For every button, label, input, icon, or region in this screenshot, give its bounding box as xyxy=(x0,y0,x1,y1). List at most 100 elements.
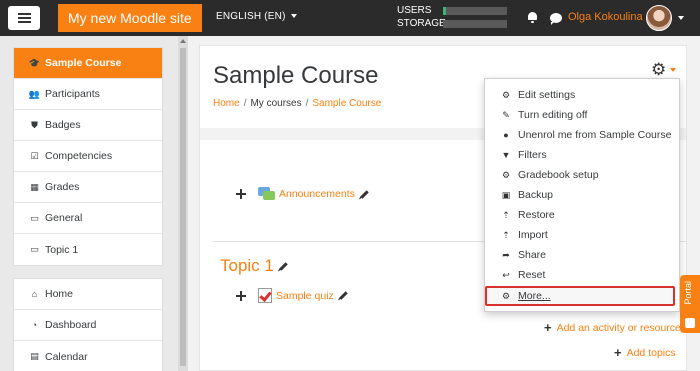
quiz-icon xyxy=(258,288,272,303)
menu-item-label: Filters xyxy=(518,149,547,161)
language-label: ENGLISH (EN) xyxy=(216,11,286,22)
dashboard-icon: ◔ xyxy=(31,320,38,330)
menu-item-label: Turn editing off xyxy=(518,109,588,121)
menu-item-label: More... xyxy=(518,290,551,302)
reply-icon: ↩ xyxy=(502,269,510,280)
breadcrumb: Home / My courses / Sample Course xyxy=(213,98,382,109)
breadcrumb-my-courses[interactable]: My courses xyxy=(250,98,301,109)
avatar[interactable] xyxy=(646,5,672,31)
scrollbar-thumb[interactable] xyxy=(180,48,186,366)
menu-item-unenrol[interactable]: ● Unenrol me from Sample Course xyxy=(485,125,679,145)
menu-item-label: Backup xyxy=(518,189,554,201)
storage-bar xyxy=(443,19,507,28)
user-icon: ● xyxy=(503,130,509,140)
site-name-link[interactable]: My new Moodle site xyxy=(58,4,202,32)
upload-icon: ⇡ xyxy=(502,229,510,240)
menu-item-edit-settings[interactable]: ⚙ Edit settings xyxy=(485,85,679,105)
menu-item-import[interactable]: ⇡ Import xyxy=(485,225,679,245)
move-icon[interactable] xyxy=(236,290,246,301)
pencil-icon[interactable] xyxy=(279,261,288,271)
chat-bubble-icon[interactable] xyxy=(550,13,562,25)
sidebar-item-label: Competencies xyxy=(45,150,113,162)
gear-icon: ⚙ xyxy=(501,89,511,100)
storage-label: STORAGE xyxy=(397,18,446,29)
scroll-up-icon[interactable] xyxy=(180,39,186,43)
add-activity-label: Add an activity or resource xyxy=(556,321,681,334)
sidebar-item-sample-course[interactable]: 🎓 Sample Course xyxy=(14,48,162,79)
course-settings-menu: ⚙ Edit settings ✎ Turn editing off ● Unenro… xyxy=(484,78,680,312)
graduation-cap-icon: 🎓 xyxy=(28,57,41,68)
sidebar-item-label: Grades xyxy=(45,181,80,193)
add-topics-link[interactable]: + Add topics xyxy=(614,345,676,360)
bell-icon[interactable] xyxy=(527,11,538,23)
gear-icon: ⚙ xyxy=(501,290,511,301)
menu-item-backup[interactable]: ▣ Backup xyxy=(485,185,679,205)
sidebar-item-general[interactable]: ▭ General xyxy=(14,203,162,234)
announcements-link[interactable]: Announcements xyxy=(279,188,355,200)
gear-icon[interactable]: ⚙ xyxy=(651,60,666,80)
menu-item-turn-editing-off[interactable]: ✎ Turn editing off xyxy=(485,105,679,125)
menu-item-gradebook-setup[interactable]: ⚙ Gradebook setup xyxy=(485,165,679,185)
drawer-scrollbar[interactable] xyxy=(178,36,188,371)
top-navbar: My new Moodle site ENGLISH (EN) USERS ST… xyxy=(0,0,700,36)
topic-title[interactable]: Topic 1 xyxy=(220,256,274,276)
file-icon: ▣ xyxy=(501,189,511,200)
menu-item-more[interactable]: ⚙ More... xyxy=(485,286,675,306)
usage-indicator: USERS STORAGE xyxy=(397,4,507,30)
menu-item-label: Gradebook setup xyxy=(518,169,599,181)
sidebar-item-competencies[interactable]: ☑ Competencies xyxy=(14,141,162,172)
sidebar-item-grades[interactable]: ▦ Grades xyxy=(14,172,162,203)
sidebar-item-home[interactable]: ⌂ Home xyxy=(14,279,162,310)
menu-item-label: Edit settings xyxy=(518,89,576,101)
portal-icon xyxy=(685,318,695,328)
hamburger-icon xyxy=(17,13,31,23)
users-bar xyxy=(443,6,507,15)
forum-icon xyxy=(258,187,275,201)
sidebar-item-label: Participants xyxy=(45,88,100,100)
course-nav-group: 🎓 Sample Course 👥 Participants ⛊ Badges ☑ Co… xyxy=(13,47,163,266)
menu-item-reset[interactable]: ↩ Reset xyxy=(485,265,679,285)
chevron-down-icon[interactable] xyxy=(678,16,684,20)
portal-tab[interactable]: Portal xyxy=(680,275,700,333)
sidebar-item-dashboard[interactable]: ◔ Dashboard xyxy=(14,310,162,341)
activity-announcements: Announcements xyxy=(236,187,369,201)
breadcrumb-course-link[interactable]: Sample Course xyxy=(312,98,381,109)
sidebar-item-label: Topic 1 xyxy=(45,243,79,256)
menu-item-label: Restore xyxy=(518,209,555,221)
menu-item-share[interactable]: ➦ Share xyxy=(485,245,679,265)
hamburger-menu-button[interactable] xyxy=(8,6,40,30)
sidebar-item-badges[interactable]: ⛊ Badges xyxy=(14,110,162,141)
move-icon[interactable] xyxy=(236,189,246,199)
users-icon: 👥 xyxy=(28,88,41,99)
activity-sample-quiz: Sample quiz xyxy=(236,288,348,303)
checkbox-icon: ☑ xyxy=(30,150,39,161)
pencil-icon[interactable] xyxy=(339,291,348,300)
sidebar-item-label: Calendar xyxy=(45,350,88,363)
sidebar-item-label: Home xyxy=(45,288,74,300)
add-activity-link[interactable]: + Add an activity or resource xyxy=(544,320,681,335)
table-icon: ▦ xyxy=(30,181,39,192)
menu-item-label: Unenrol me from Sample Course xyxy=(518,129,672,141)
menu-item-restore[interactable]: ⇡ Restore xyxy=(485,205,679,225)
sidebar-item-participants[interactable]: 👥 Participants xyxy=(14,79,162,110)
folder-icon: ▭ xyxy=(30,212,39,223)
menu-item-filters[interactable]: ▼ Filters xyxy=(485,145,679,165)
sample-quiz-link[interactable]: Sample quiz xyxy=(276,290,334,302)
breadcrumb-home-link[interactable]: Home xyxy=(213,98,240,109)
sidebar-item-label: General xyxy=(45,212,83,224)
sidebar-item-topic-1[interactable]: ▭ Topic 1 xyxy=(14,234,162,265)
chevron-down-icon[interactable] xyxy=(670,68,676,72)
add-topics-label: Add topics xyxy=(626,346,676,359)
topic-section-title: Topic 1 xyxy=(220,256,288,276)
pencil-icon[interactable] xyxy=(360,189,369,199)
filter-icon: ▼ xyxy=(501,150,511,160)
sidebar-item-calendar[interactable]: ▤ Calendar xyxy=(14,341,162,371)
share-icon: ➦ xyxy=(502,249,510,260)
site-nav-group: ⌂ Home ◔ Dashboard ▤ Calendar xyxy=(13,278,163,371)
language-menu[interactable]: ENGLISH (EN) xyxy=(216,11,297,22)
user-name[interactable]: Olga Kokoulina xyxy=(568,11,643,23)
page-title: Sample Course xyxy=(213,62,379,89)
menu-item-label: Reset xyxy=(518,269,546,281)
home-icon: ⌂ xyxy=(31,289,38,299)
upload-icon: ⇡ xyxy=(502,209,510,220)
